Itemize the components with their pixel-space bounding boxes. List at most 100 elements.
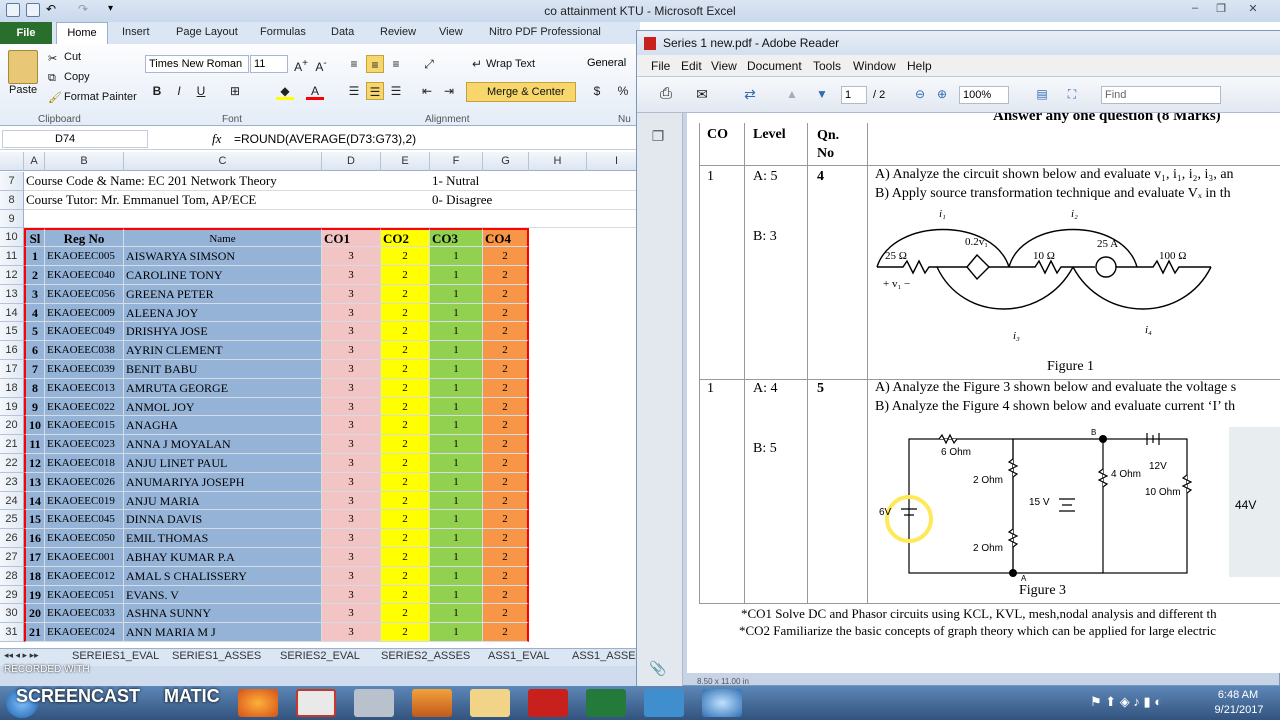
next-page-icon[interactable]: ▼	[813, 85, 831, 103]
student-co1[interactable]: 3	[322, 397, 381, 417]
info-text[interactable]: Course Code & Name: EC 201 Network Theor…	[24, 172, 324, 191]
student-sl[interactable]: 7	[24, 360, 45, 379]
student-co1[interactable]: 3	[322, 378, 381, 398]
student-sl[interactable]: 8	[24, 378, 45, 398]
student-reg[interactable]: EKAOEEC022	[45, 397, 124, 417]
row-header[interactable]: 13	[0, 284, 24, 304]
empty-cell[interactable]	[324, 210, 430, 229]
student-co1[interactable]: 3	[322, 623, 381, 642]
row-header[interactable]: 17	[0, 360, 24, 379]
col-header-d[interactable]: D	[322, 152, 381, 171]
sheet-nav-icon[interactable]: ◂◂ ◂ ▸ ▸▸	[4, 650, 39, 661]
student-co3[interactable]: 1	[430, 247, 483, 266]
student-reg[interactable]: EKAOEEC045	[45, 510, 124, 530]
student-co1[interactable]: 3	[322, 548, 381, 567]
bold-icon[interactable]: B	[148, 82, 166, 100]
row-header[interactable]: 18	[0, 378, 24, 398]
info-note[interactable]: 1- Nutral	[430, 172, 540, 191]
page-thumbnails-icon[interactable]: ❐	[649, 127, 667, 145]
copy-icon[interactable]: ⧉	[48, 72, 56, 85]
zoom-select[interactable]: 100%	[959, 86, 1009, 104]
student-co2[interactable]: 2	[381, 416, 430, 436]
row-header[interactable]: 8	[0, 190, 24, 210]
student-reg[interactable]: EKAOEEC051	[45, 585, 124, 605]
empty-cell[interactable]	[540, 172, 640, 191]
row-header[interactable]: 12	[0, 266, 24, 285]
info-text[interactable]	[24, 210, 324, 229]
student-sl[interactable]: 14	[24, 491, 45, 511]
menu-view[interactable]: View	[711, 59, 737, 73]
student-co3[interactable]: 1	[430, 510, 483, 530]
student-co4[interactable]: 2	[483, 341, 529, 360]
paste-icon[interactable]	[8, 50, 38, 84]
cut-button[interactable]: Cut	[64, 51, 81, 63]
student-reg[interactable]: EKAOEEC005	[45, 247, 124, 266]
student-co3[interactable]: 1	[430, 378, 483, 398]
fx-icon[interactable]: fx	[212, 131, 221, 147]
student-reg[interactable]: EKAOEEC026	[45, 472, 124, 492]
student-co3[interactable]: 1	[430, 397, 483, 417]
name-box[interactable]: D74	[2, 130, 148, 148]
student-reg[interactable]: EKAOEEC015	[45, 416, 124, 436]
font-color-icon[interactable]: A	[306, 82, 324, 100]
attachments-icon[interactable]: 📎	[649, 659, 667, 677]
student-co2[interactable]: 2	[381, 303, 430, 323]
tab-nitro[interactable]: Nitro PDF Professional	[489, 26, 601, 38]
col-header-a[interactable]: A	[24, 152, 45, 171]
student-reg[interactable]: EKAOEEC001	[45, 548, 124, 567]
formula-input[interactable]: =ROUND(AVERAGE(D73:G73),2)	[234, 132, 416, 146]
student-co1[interactable]: 3	[322, 416, 381, 436]
student-name[interactable]: ANJU LINET PAUL	[124, 454, 322, 473]
fit-page-icon[interactable]: ▤	[1033, 85, 1051, 103]
tab-review[interactable]: Review	[380, 26, 416, 38]
copy-button[interactable]: Copy	[64, 71, 90, 83]
student-co4[interactable]: 2	[483, 529, 529, 548]
decrease-indent-icon[interactable]: ⇤	[418, 82, 436, 100]
currency-icon[interactable]: $	[588, 82, 606, 100]
empty-cell[interactable]	[324, 191, 430, 210]
student-co2[interactable]: 2	[381, 510, 430, 530]
tab-page-layout[interactable]: Page Layout	[176, 26, 238, 38]
student-co3[interactable]: 1	[430, 491, 483, 511]
format-painter-button[interactable]: Format Painter	[64, 91, 137, 103]
font-size-select[interactable]: 11	[250, 55, 288, 73]
row-header[interactable]: 15	[0, 322, 24, 342]
student-reg[interactable]: EKAOEEC039	[45, 360, 124, 379]
student-reg[interactable]: EKAOEEC023	[45, 435, 124, 454]
row-header[interactable]: 31	[0, 623, 24, 642]
student-co2[interactable]: 2	[381, 435, 430, 454]
student-name[interactable]: ANAGHA	[124, 416, 322, 436]
student-co3[interactable]: 1	[430, 585, 483, 605]
sheet-tab-series1-eval[interactable]: SEREIES1_EVAL	[72, 650, 159, 662]
empty-cell[interactable]	[540, 191, 640, 210]
student-sl[interactable]: 17	[24, 548, 45, 567]
student-name[interactable]: ASHNA SUNNY	[124, 604, 322, 624]
header-name[interactable]: Name	[124, 228, 322, 248]
excel-taskbar-icon[interactable]	[586, 689, 626, 717]
student-co1[interactable]: 3	[322, 491, 381, 511]
student-sl[interactable]: 15	[24, 510, 45, 530]
student-co3[interactable]: 1	[430, 529, 483, 548]
sheet-tab-series1-asses[interactable]: SERIES1_ASSES	[172, 650, 261, 662]
student-reg[interactable]: EKAOEEC019	[45, 491, 124, 511]
student-reg[interactable]: EKAOEEC013	[45, 378, 124, 398]
col-header-h[interactable]: H	[529, 152, 587, 171]
student-co1[interactable]: 3	[322, 566, 381, 586]
student-co4[interactable]: 2	[483, 378, 529, 398]
row-header[interactable]: 28	[0, 566, 24, 586]
student-sl[interactable]: 1	[24, 247, 45, 266]
student-co4[interactable]: 2	[483, 303, 529, 323]
align-middle-icon[interactable]: ≡	[366, 55, 384, 73]
student-co2[interactable]: 2	[381, 472, 430, 492]
student-co4[interactable]: 2	[483, 585, 529, 605]
student-co3[interactable]: 1	[430, 303, 483, 323]
student-name[interactable]: GREENA PETER	[124, 284, 322, 304]
student-co3[interactable]: 1	[430, 454, 483, 473]
header-co4[interactable]: CO4	[483, 228, 529, 248]
student-co3[interactable]: 1	[430, 322, 483, 342]
empty-cell[interactable]	[324, 172, 430, 191]
col-header-c[interactable]: C	[124, 152, 322, 171]
student-sl[interactable]: 16	[24, 529, 45, 548]
student-sl[interactable]: 12	[24, 454, 45, 473]
student-name[interactable]: ANNA J MOYALAN	[124, 435, 322, 454]
